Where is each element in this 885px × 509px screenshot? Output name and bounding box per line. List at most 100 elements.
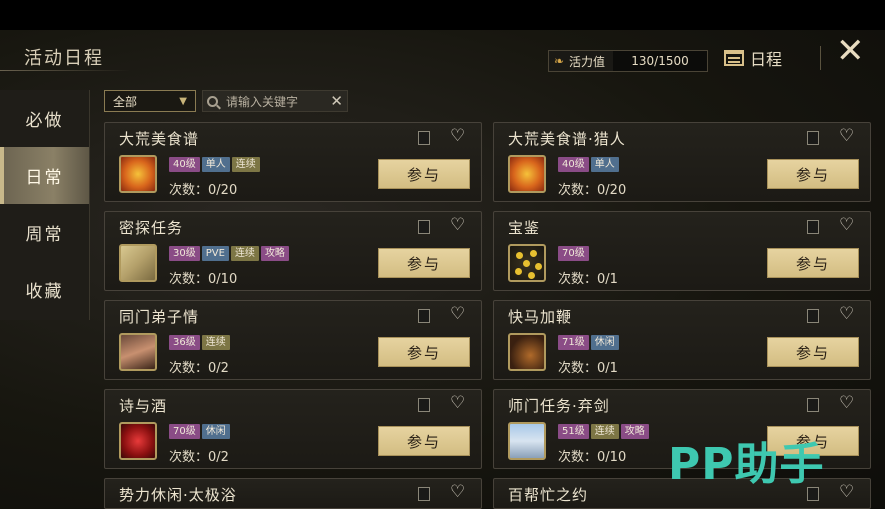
page-title: 活动日程 xyxy=(24,48,104,69)
activity-card[interactable]: 诗与酒 ♡ 70级 休闲次数：0/2 参与 xyxy=(104,389,482,469)
activity-name: 诗与酒 xyxy=(119,397,168,415)
search-icon xyxy=(207,95,218,107)
join-button[interactable]: 参与 xyxy=(767,337,859,367)
schedule-label: 日程 xyxy=(750,50,783,69)
heart-icon[interactable]: ♡ xyxy=(839,393,854,413)
food-icon xyxy=(508,155,546,193)
close-icon[interactable]: ✕ xyxy=(836,34,865,68)
guide-book-icon[interactable] xyxy=(807,309,819,323)
portrait-icon xyxy=(119,333,157,371)
count-value: 0/20 xyxy=(597,183,627,198)
attempt-count: 次数：0/20 xyxy=(169,179,237,198)
activity-name: 势力休闲·太极浴 xyxy=(119,486,237,504)
wine-icon xyxy=(119,422,157,460)
heart-icon[interactable]: ♡ xyxy=(839,482,854,502)
count-label: 次数： xyxy=(558,272,598,287)
activity-tag: 连续 xyxy=(590,424,619,439)
join-button[interactable]: 参与 xyxy=(378,426,470,456)
category-filter-dropdown[interactable]: 全部 ▼ xyxy=(104,90,196,112)
tower-icon xyxy=(508,422,546,460)
search-input[interactable]: 请输入关键字 ✕ xyxy=(202,90,348,112)
join-button[interactable]: 参与 xyxy=(378,248,470,278)
join-button[interactable]: 参与 xyxy=(378,337,470,367)
activity-tag: 休闲 xyxy=(201,424,230,439)
sidebar-item-weekly[interactable]: 周常 xyxy=(0,204,89,261)
guide-book-icon[interactable] xyxy=(807,220,819,234)
activity-card[interactable]: 密探任务 ♡ 30级 PVE 连续 攻略 次数：0/10 参与 xyxy=(104,211,482,291)
activity-card[interactable]: 宝鉴 ♡ 70级 次数：0/1 参与 xyxy=(493,211,871,291)
clear-icon[interactable]: ✕ xyxy=(330,92,343,110)
guide-book-icon[interactable] xyxy=(418,487,430,501)
activity-card[interactable]: 快马加鞭 ♡ 71级 休闲 次数：0/1 参与 xyxy=(493,300,871,380)
activity-tag: 40级 xyxy=(558,157,589,172)
activity-tag: 71级 xyxy=(558,335,589,350)
activity-name: 师门任务·弃剑 xyxy=(508,397,610,415)
activity-name: 同门弟子情 xyxy=(119,308,200,326)
activity-name: 快马加鞭 xyxy=(508,308,573,326)
sidebar-item-required[interactable]: 必做 xyxy=(0,90,89,147)
count-value: 0/10 xyxy=(597,450,627,465)
tag-list: 40级 单人 连续 xyxy=(169,157,260,172)
food-icon xyxy=(119,155,157,193)
heart-icon[interactable]: ♡ xyxy=(450,482,465,502)
heart-icon[interactable]: ♡ xyxy=(450,215,465,235)
count-label: 次数： xyxy=(558,361,598,376)
count-label: 次数： xyxy=(169,183,209,198)
coins-icon xyxy=(508,244,546,282)
attempt-count: 次数：0/2 xyxy=(169,446,229,465)
sidebar-item-daily[interactable]: 日常 xyxy=(0,147,89,204)
count-value: 0/10 xyxy=(208,272,238,287)
join-button[interactable]: 参与 xyxy=(767,159,859,189)
sidebar-item-favorites[interactable]: 收藏 xyxy=(0,261,89,318)
activity-tag: 70级 xyxy=(558,246,589,261)
count-label: 次数： xyxy=(169,272,209,287)
activity-card[interactable]: 大荒美食谱 ♡ 40级 单人 连续 次数：0/20 参与 xyxy=(104,122,482,202)
count-value: 0/1 xyxy=(597,272,618,287)
energy-icon: ❧ xyxy=(553,54,565,68)
activity-card[interactable]: 势力休闲·太极浴 ♡ xyxy=(104,478,482,509)
count-value: 0/1 xyxy=(597,361,618,376)
schedule-button[interactable]: 日程 xyxy=(724,46,782,70)
filter-selected: 全部 xyxy=(113,94,138,109)
count-label: 次数： xyxy=(169,361,209,376)
activity-tag: 40级 xyxy=(169,157,200,172)
calendar-icon xyxy=(724,50,744,66)
guide-book-icon[interactable] xyxy=(807,398,819,412)
scroll-icon xyxy=(119,244,157,282)
heart-icon[interactable]: ♡ xyxy=(450,393,465,413)
guide-book-icon[interactable] xyxy=(418,398,430,412)
energy-value: 130/1500 xyxy=(613,51,707,71)
activity-tag: 36级 xyxy=(169,335,200,350)
heart-icon[interactable]: ♡ xyxy=(839,304,854,324)
heart-icon[interactable]: ♡ xyxy=(839,126,854,146)
attempt-count: 次数：0/2 xyxy=(169,357,229,376)
guide-book-icon[interactable] xyxy=(418,220,430,234)
watermark: PP助手 xyxy=(668,439,825,490)
guide-book-icon[interactable] xyxy=(807,131,819,145)
attempt-count: 次数：0/1 xyxy=(558,268,618,287)
join-button[interactable]: 参与 xyxy=(767,248,859,278)
guide-book-icon[interactable] xyxy=(418,309,430,323)
count-label: 次数： xyxy=(558,183,598,198)
guide-book-icon[interactable] xyxy=(418,131,430,145)
activity-card[interactable]: 大荒美食谱·猎人 ♡ 40级 单人 次数：0/20 参与 xyxy=(493,122,871,202)
heart-icon[interactable]: ♡ xyxy=(839,215,854,235)
activity-tag: 51级 xyxy=(558,424,589,439)
attempt-count: 次数：0/10 xyxy=(169,268,237,287)
tag-list: 36级 连续 xyxy=(169,335,230,350)
tag-list: 70级 xyxy=(558,246,589,261)
energy-display: ❧ 活力值 130/1500 xyxy=(548,50,708,72)
count-label: 次数： xyxy=(169,450,209,465)
activity-card[interactable]: 同门弟子情 ♡ 36级 连续次数：0/2 参与 xyxy=(104,300,482,380)
attempt-count: 次数：0/10 xyxy=(558,446,626,465)
attempt-count: 次数：0/1 xyxy=(558,357,618,376)
join-button[interactable]: 参与 xyxy=(378,159,470,189)
activity-tag: 30级 xyxy=(169,246,200,261)
activity-tag: 连续 xyxy=(231,157,260,172)
activity-tag: 70级 xyxy=(169,424,200,439)
heart-icon[interactable]: ♡ xyxy=(450,126,465,146)
activity-tag: 攻略 xyxy=(260,246,289,261)
activity-tag: 连续 xyxy=(230,246,259,261)
heart-icon[interactable]: ♡ xyxy=(450,304,465,324)
title-underline xyxy=(0,70,130,71)
